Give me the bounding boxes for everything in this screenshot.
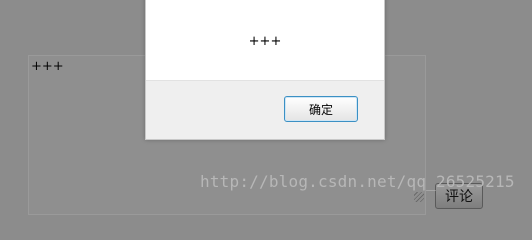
watermark: http://blog.csdn.net/qq_26525215 (200, 172, 515, 191)
resize-grip[interactable] (414, 192, 424, 202)
ok-button-label: 确定 (308, 102, 333, 117)
alert-dialog: +++ 确定 (145, 0, 385, 140)
ok-button[interactable]: 确定 (284, 96, 358, 122)
dialog-footer: 确定 (146, 80, 384, 139)
page-background: +++ 评论 http://blog.csdn.net/qq_26525215 … (0, 0, 532, 215)
comment-text: +++ (31, 59, 64, 74)
dialog-body: +++ (146, 0, 384, 81)
dialog-message: +++ (248, 33, 282, 49)
